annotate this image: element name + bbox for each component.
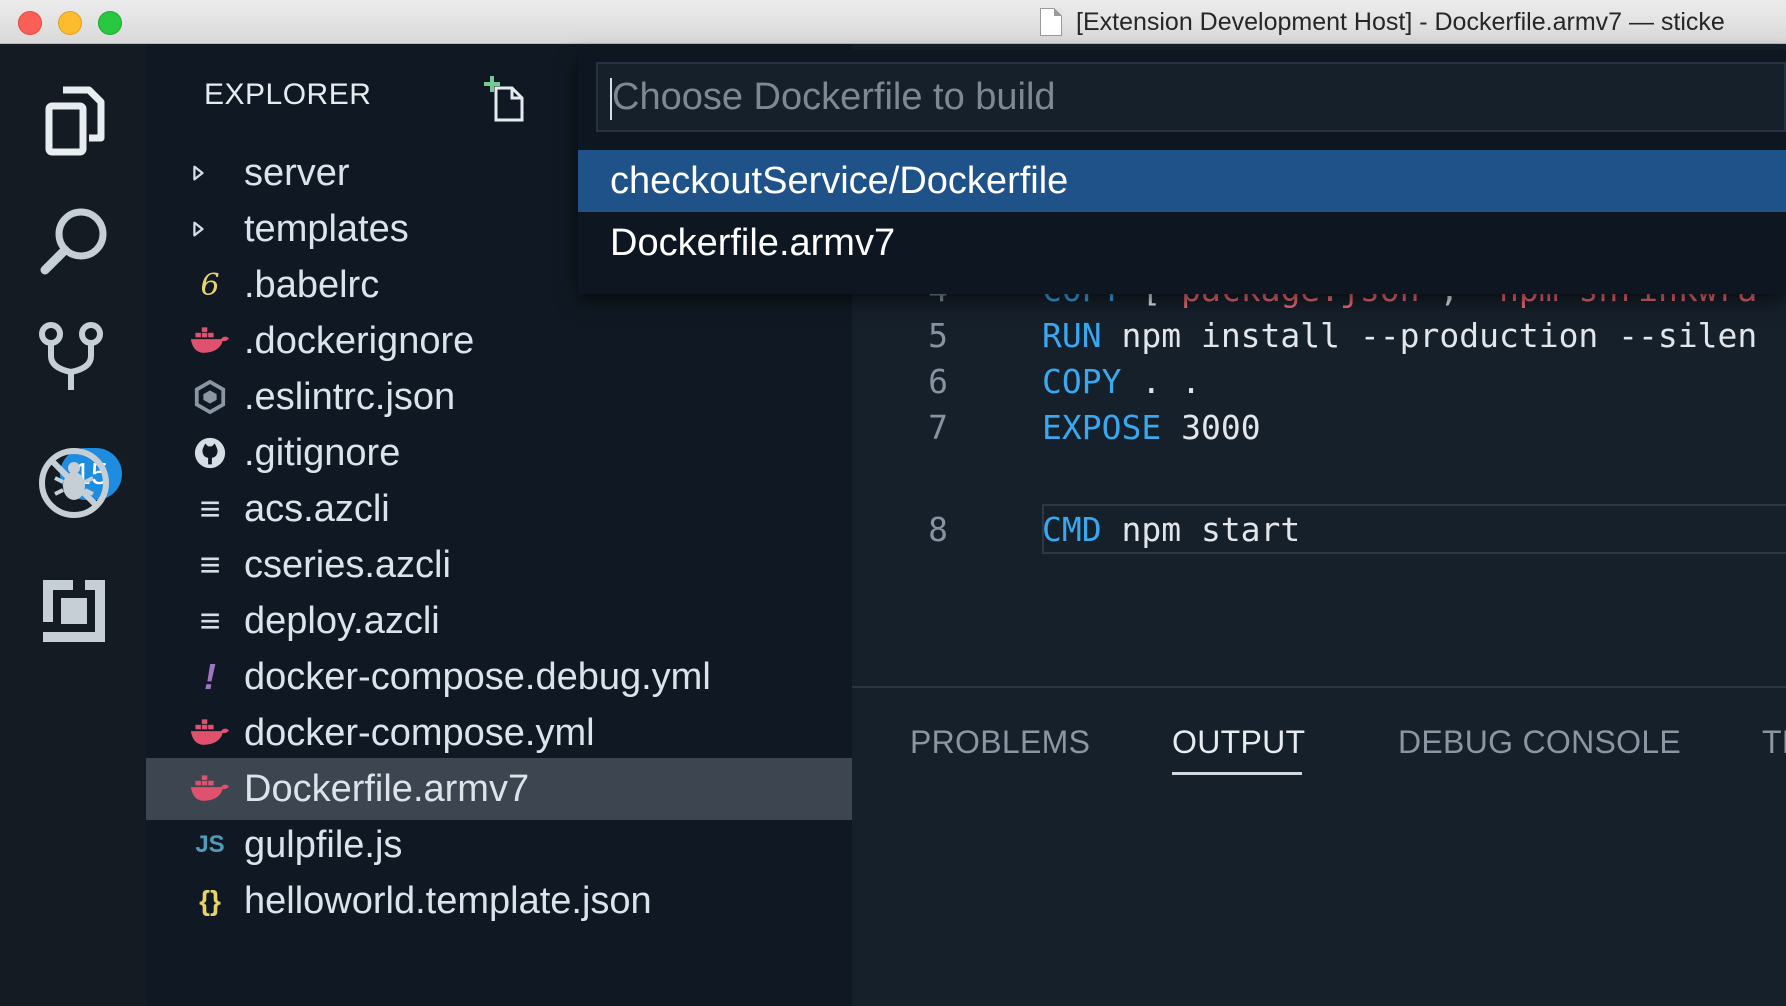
line-number: 6 bbox=[928, 362, 948, 401]
code-text: RUN npm install --production --silen bbox=[1042, 316, 1758, 355]
tab-output[interactable]: OUTPUT bbox=[1172, 724, 1305, 761]
file-tree-item-label: server bbox=[244, 152, 350, 194]
file-tree-item-label: docker-compose.debug.yml bbox=[244, 656, 711, 698]
quick-pick: checkoutService/Dockerfile Dockerfile.ar… bbox=[578, 50, 1786, 294]
code-line: 6 COPY . . bbox=[852, 356, 1786, 406]
lines-icon: ≡ bbox=[199, 488, 221, 529]
chevron-right-icon bbox=[176, 152, 220, 194]
file-tree-item-label: gulpfile.js bbox=[244, 824, 403, 866]
file-tree-item[interactable]: Dockerfile.armv7 bbox=[146, 758, 852, 820]
activity-bar: 15 bbox=[0, 44, 146, 1006]
zoom-window-button[interactable] bbox=[98, 11, 122, 35]
quick-pick-input-box[interactable] bbox=[596, 62, 1786, 132]
line-number: 7 bbox=[928, 408, 948, 447]
file-tree-item-label: .gitignore bbox=[244, 432, 401, 474]
extensions-icon[interactable] bbox=[33, 570, 115, 652]
tab-debug-console[interactable]: DEBUG CONSOLE bbox=[1398, 724, 1681, 761]
js-icon: JS bbox=[195, 831, 225, 858]
quick-pick-item-label: Dockerfile.armv7 bbox=[610, 222, 896, 264]
yaml-icon: ! bbox=[204, 656, 216, 697]
line-number: 8 bbox=[928, 510, 948, 549]
docker-icon bbox=[188, 320, 232, 362]
lines-icon: ≡ bbox=[199, 600, 221, 641]
file-tree-item[interactable]: ≡ acs.azcli bbox=[146, 478, 852, 540]
new-file-icon[interactable] bbox=[482, 74, 532, 124]
file-tree-item-label: acs.azcli bbox=[244, 488, 390, 530]
source-control-icon[interactable] bbox=[33, 316, 115, 398]
code-text: EXPOSE 3000 bbox=[1042, 408, 1261, 447]
file-tree-item-label: .dockerignore bbox=[244, 320, 475, 362]
code-text: CMD npm start bbox=[1042, 510, 1301, 549]
chevron-right-icon bbox=[176, 208, 220, 250]
file-tree-item-label: templates bbox=[244, 208, 409, 250]
docker-icon bbox=[188, 712, 232, 754]
file-tree-item-label: .eslintrc.json bbox=[244, 376, 456, 418]
debug-icon[interactable] bbox=[33, 442, 115, 524]
quick-pick-input[interactable] bbox=[598, 64, 1784, 130]
quick-pick-item[interactable]: checkoutService/Dockerfile bbox=[578, 150, 1786, 212]
search-icon[interactable] bbox=[33, 200, 115, 282]
file-tree-item[interactable]: ≡ deploy.azcli bbox=[146, 590, 852, 652]
active-tab-underline bbox=[1172, 772, 1302, 775]
github-icon bbox=[188, 432, 232, 474]
file-tree-item-label: cseries.azcli bbox=[244, 544, 451, 586]
file-tree-item-label: docker-compose.yml bbox=[244, 712, 595, 754]
code-line: 5 RUN npm install --production --silen bbox=[852, 310, 1786, 360]
file-tree-item-label: deploy.azcli bbox=[244, 600, 440, 642]
tab-problems[interactable]: PROBLEMS bbox=[910, 724, 1090, 761]
file-tree-item[interactable]: .dockerignore bbox=[146, 310, 852, 372]
file-tree-item-label: Dockerfile.armv7 bbox=[244, 768, 530, 810]
eslint-icon bbox=[188, 376, 232, 418]
quick-pick-item-label: checkoutService/Dockerfile bbox=[610, 160, 1069, 202]
explorer-title: EXPLORER bbox=[204, 78, 372, 111]
title-bar: [Extension Development Host] - Dockerfil… bbox=[0, 0, 1786, 44]
file-tree-item-label: .babelrc bbox=[244, 264, 380, 306]
code-line: 8 CMD npm start bbox=[852, 504, 1786, 554]
json-icon: {} bbox=[199, 885, 221, 916]
quick-pick-item[interactable]: Dockerfile.armv7 bbox=[578, 212, 1786, 274]
lines-icon: ≡ bbox=[199, 544, 221, 585]
text-caret bbox=[610, 78, 612, 120]
window-title: [Extension Development Host] - Dockerfil… bbox=[1076, 8, 1725, 36]
explorer-icon[interactable] bbox=[33, 80, 115, 162]
file-tree-item[interactable]: .gitignore bbox=[146, 422, 852, 484]
docker-icon bbox=[188, 768, 232, 810]
bottom-panel: PROBLEMS OUTPUT DEBUG CONSOLE TE bbox=[852, 686, 1786, 1006]
code-text: COPY . . bbox=[1042, 362, 1201, 401]
file-tree-item[interactable]: ! docker-compose.debug.yml bbox=[146, 646, 852, 708]
document-icon bbox=[1040, 8, 1062, 36]
file-tree-item[interactable]: .eslintrc.json bbox=[146, 366, 852, 428]
close-window-button[interactable] bbox=[18, 11, 42, 35]
babel-icon: 6 bbox=[200, 267, 220, 303]
file-tree-item[interactable]: docker-compose.yml bbox=[146, 702, 852, 764]
code-line: 7 EXPOSE 3000 bbox=[852, 402, 1786, 452]
file-tree-item[interactable]: {} helloworld.template.json bbox=[146, 870, 852, 932]
line-number: 5 bbox=[928, 316, 948, 355]
minimize-window-button[interactable] bbox=[58, 11, 82, 35]
tab-terminal[interactable]: TE bbox=[1762, 724, 1786, 761]
file-tree-item-label: helloworld.template.json bbox=[244, 880, 652, 922]
file-tree-item[interactable]: ≡ cseries.azcli bbox=[146, 534, 852, 596]
file-tree-item[interactable]: JS gulpfile.js bbox=[146, 814, 852, 876]
